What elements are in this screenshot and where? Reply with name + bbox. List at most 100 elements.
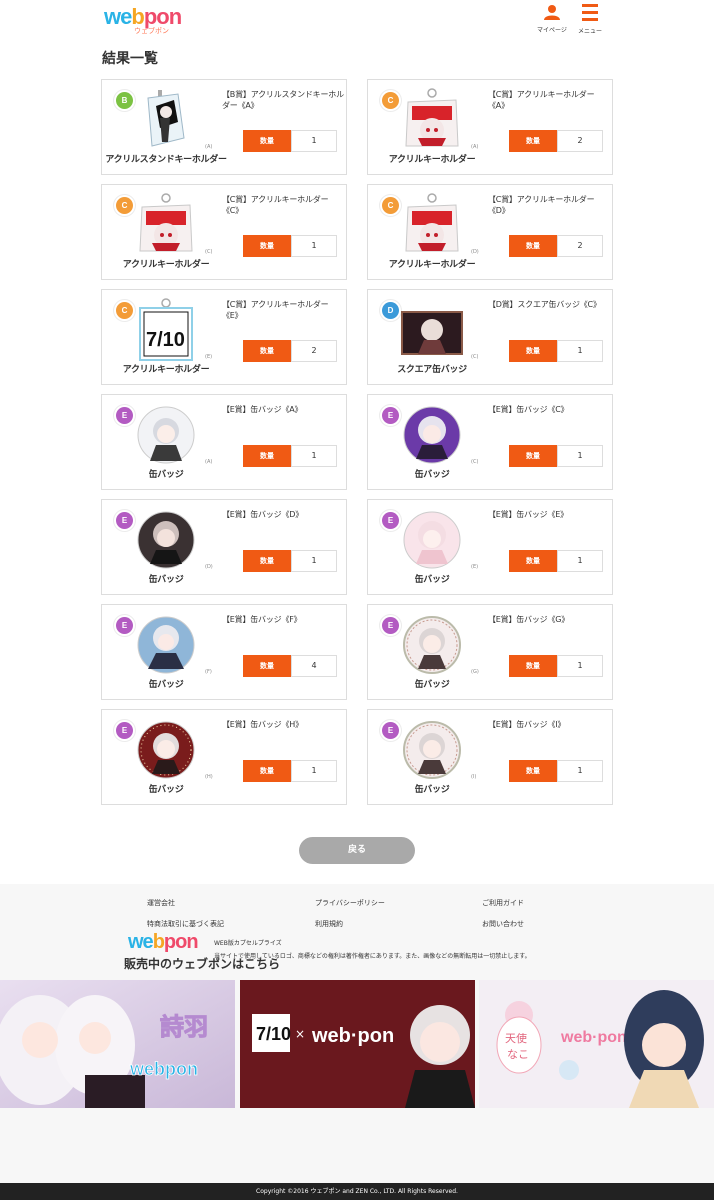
footer-link-privacy[interactable]: プライバシーポリシー	[315, 898, 385, 908]
quantity-button[interactable]: 数量	[243, 655, 291, 677]
item-title: 【C賞】アクリルキーホルダー《A》	[488, 90, 595, 110]
logo-word: webpon	[104, 4, 182, 29]
item-title: 【C賞】アクリルキーホルダー《E》	[222, 300, 329, 320]
quantity-button[interactable]: 数量	[243, 445, 291, 467]
rank-badge: E	[116, 617, 133, 634]
site-footer: 運営会社 プライバシーポリシー ご利用ガイド 特商法取引に基づく表記 利用規約 …	[0, 884, 714, 1200]
variant-code: (A)	[471, 144, 479, 150]
item-thumbnail	[134, 508, 198, 572]
menu-button[interactable]: メニュー	[570, 4, 610, 38]
item-thumbnail	[134, 403, 198, 467]
result-card: E 缶バッジ (G) 【E賞】缶バッジ《G》 数量 1	[367, 604, 613, 700]
result-card: E 缶バッジ (C) 【E賞】缶バッジ《C》 数量 1	[367, 394, 613, 490]
footer-link-contact[interactable]: お問い合わせ	[482, 919, 524, 929]
result-card: E 缶バッジ (D) 【E賞】缶バッジ《D》 数量 1	[101, 499, 347, 595]
rank-badge: C	[382, 197, 399, 214]
rank-badge: E	[116, 722, 133, 739]
sale-banner-1[interactable]: 詩羽 webpon	[0, 980, 235, 1108]
mypage-button[interactable]: マイページ	[532, 4, 572, 38]
quantity-value: 2	[557, 130, 603, 152]
quantity-button[interactable]: 数量	[509, 550, 557, 572]
thumbnail-label: 缶バッジ	[414, 575, 450, 585]
quantity-button[interactable]: 数量	[509, 340, 557, 362]
sale-banner-2[interactable]: 7/10 × web·pon	[240, 980, 475, 1108]
result-card: D スクエア缶バッジ (C) 【D賞】スクエア缶バッジ《C》数量 1	[367, 289, 613, 385]
quantity-button[interactable]: 数量	[509, 655, 557, 677]
item-title: 【D賞】スクエア缶バッジ《C》	[488, 300, 601, 309]
svg-text:×: ×	[295, 1027, 305, 1041]
item-title: 【E賞】缶バッジ《D》	[222, 510, 304, 519]
quantity-button[interactable]: 数量	[243, 550, 291, 572]
item-title: 【E賞】缶バッジ《F》	[222, 615, 302, 624]
item-title: 【E賞】缶バッジ《I》	[488, 720, 566, 729]
rank-badge: C	[116, 302, 133, 319]
variant-code: (E)	[471, 564, 479, 570]
quantity-button[interactable]: 数量	[509, 235, 557, 257]
quantity-value: 1	[291, 760, 337, 782]
quantity-value: 2	[291, 340, 337, 362]
menu-label: メニュー	[577, 28, 602, 35]
footer-link-company[interactable]: 運営会社	[147, 898, 175, 908]
thumbnail-label: 缶バッジ	[148, 470, 184, 480]
item-thumbnail	[400, 403, 464, 467]
thumbnail-label: アクリルキーホルダー	[388, 155, 476, 165]
quantity-button[interactable]: 数量	[509, 760, 557, 782]
rank-badge: C	[382, 92, 399, 109]
svg-text:詩羽: 詩羽	[160, 1013, 208, 1041]
item-title: 【C賞】アクリルキーホルダー《C》	[222, 195, 329, 215]
rank-badge: E	[116, 512, 133, 529]
thumbnail-label: スクエア缶バッジ	[397, 365, 467, 375]
quantity-value: 1	[557, 760, 603, 782]
item-thumbnail	[134, 88, 198, 152]
footer-link-guide[interactable]: ご利用ガイド	[482, 898, 524, 908]
quantity-button[interactable]: 数量	[243, 130, 291, 152]
variant-code: (C)	[471, 354, 479, 360]
quantity-button[interactable]: 数量	[243, 760, 291, 782]
result-card: C アクリルキーホルダー (A) 【C賞】アクリルキーホルダー《A》数量 2	[367, 79, 613, 175]
copyright: Copyright ©2016 ウェブポン and ZEN Co., LTD. …	[0, 1183, 714, 1200]
user-icon	[544, 5, 560, 20]
item-thumbnail	[134, 193, 198, 257]
footer-rights-note: 当サイトで使用しているロゴ、商標などの権利は著作権者にあります。また、画像などの…	[214, 953, 531, 960]
site-header: webpon ウェブポン マイページ メニュー	[0, 0, 714, 40]
result-card: E 缶バッジ (I) 【E賞】缶バッジ《I》 数量 1	[367, 709, 613, 805]
item-title: 【E賞】缶バッジ《C》	[488, 405, 569, 414]
variant-code: (A)	[205, 144, 213, 150]
thumbnail-label: 缶バッジ	[414, 785, 450, 795]
mypage-label: マイページ	[537, 27, 567, 34]
thumbnail-label: アクリルキーホルダー	[122, 365, 210, 375]
thumbnail-label: 缶バッジ	[148, 785, 184, 795]
quantity-value: 1	[291, 130, 337, 152]
svg-text:web·pon: web·pon	[560, 1029, 627, 1046]
item-thumbnail	[400, 508, 464, 572]
result-card: B アクリルスタンドキーホルダー (A) 【B賞】アクリルスタンドキーホルダー《A》数…	[101, 79, 347, 175]
variant-code: (I)	[471, 774, 477, 780]
quantity-button[interactable]: 数量	[243, 340, 291, 362]
footer-tagline: WEB版カプセルプライズ	[214, 940, 282, 947]
thumbnail-label: 缶バッジ	[414, 470, 450, 480]
quantity-button[interactable]: 数量	[509, 445, 557, 467]
quantity-button[interactable]: 数量	[243, 235, 291, 257]
sale-banner-3[interactable]: 天使 なこ web·pon	[479, 980, 714, 1108]
footer-webpon-logo[interactable]: webpon	[128, 932, 199, 952]
svg-text:天使: 天使	[505, 1032, 527, 1045]
logo-kana: ウェブポン	[134, 27, 169, 35]
webpon-logo[interactable]: webpon ウェブポン	[104, 4, 184, 36]
quantity-value: 1	[557, 340, 603, 362]
rank-badge: D	[382, 302, 399, 319]
rank-badge: E	[382, 617, 399, 634]
quantity-value: 2	[557, 235, 603, 257]
item-thumbnail	[400, 298, 464, 362]
back-button[interactable]: 戻る	[299, 837, 415, 864]
quantity-button[interactable]: 数量	[509, 130, 557, 152]
quantity-value: 1	[557, 655, 603, 677]
footer-link-tokushoho[interactable]: 特商法取引に基づく表記	[147, 919, 224, 929]
svg-text:なこ: なこ	[507, 1048, 529, 1061]
variant-code: (E)	[205, 354, 213, 360]
hamburger-icon	[582, 4, 598, 21]
item-thumbnail	[400, 718, 464, 782]
thumbnail-label: 缶バッジ	[148, 680, 184, 690]
result-card: E 缶バッジ (H) 【E賞】缶バッジ《H》 数量 1	[101, 709, 347, 805]
footer-link-terms[interactable]: 利用規約	[315, 919, 343, 929]
item-title: 【E賞】缶バッジ《A》	[222, 405, 303, 414]
